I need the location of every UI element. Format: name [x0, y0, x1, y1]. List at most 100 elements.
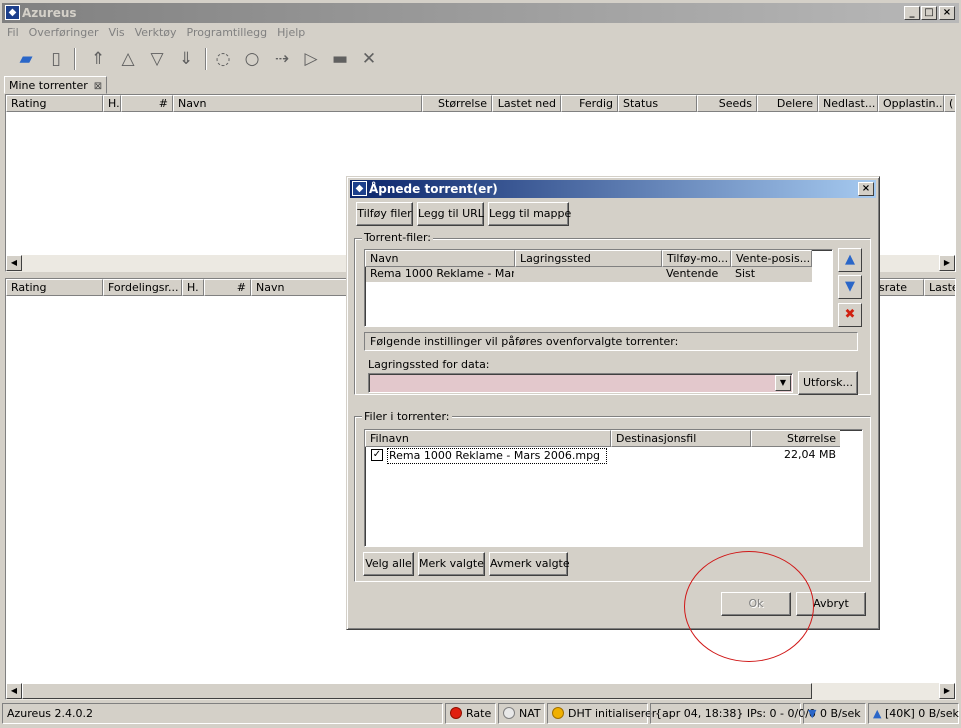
title-bar: ◆ Azureus _ □ ×: [2, 3, 959, 23]
move-down-icon[interactable]: ▽: [145, 47, 169, 71]
open-torrents-dialog: ◆ Åpnede torrent(er) × Tilføy filer Legg…: [346, 176, 880, 630]
col-status[interactable]: Status: [618, 95, 697, 112]
azureus-logo-icon: ◆: [5, 5, 20, 20]
move-top-icon[interactable]: ⇑: [86, 47, 110, 71]
start-icon[interactable]: ○: [240, 47, 264, 71]
col-done[interactable]: Ferdig: [561, 95, 618, 112]
dht-status-icon: [552, 707, 564, 719]
col-upload-rate[interactable]: srate: [874, 279, 924, 296]
dialog-close-icon[interactable]: ×: [858, 182, 874, 196]
menu-verktoy[interactable]: Verktøy: [130, 24, 182, 42]
dht-label: DHT initialiserer: [568, 707, 657, 720]
col-health[interactable]: H.: [103, 95, 121, 112]
force-start-icon[interactable]: ⇢: [270, 47, 294, 71]
minimize-icon[interactable]: _: [904, 6, 920, 20]
menu-bar: Fil Overføringer Vis Verktøy Programtillegg H…: [2, 24, 959, 42]
unmark-selected-button[interactable]: Avmerk valgte: [489, 552, 570, 576]
col-extra[interactable]: (: [944, 95, 955, 112]
tab-label: Mine torrenter: [9, 79, 88, 92]
bottom-horizontal-scrollbar[interactable]: ◀ ▶: [6, 683, 955, 700]
menu-fil[interactable]: Fil: [2, 24, 24, 42]
upload-speed-label: [40K] 0 B/sek: [884, 707, 959, 720]
menu-overforinger[interactable]: Overføringer: [24, 24, 104, 42]
col-rating[interactable]: Rating: [6, 95, 103, 112]
col-health[interactable]: H.: [182, 279, 204, 296]
col-add-mode[interactable]: Tilføy-mo...: [662, 250, 731, 267]
move-down-icon[interactable]: ▼: [838, 275, 862, 299]
rate-status[interactable]: Rate: [445, 703, 496, 724]
stop-icon[interactable]: ▷: [299, 47, 323, 71]
col-number[interactable]: #: [121, 95, 173, 112]
torrent-files-group-label: Torrent-filer:: [362, 231, 433, 244]
tab-close-icon[interactable]: ⊠: [94, 81, 102, 92]
col-location[interactable]: Lagringssted: [515, 250, 662, 267]
col-download-speed[interactable]: Nedlast...: [818, 95, 878, 112]
move-up-icon[interactable]: △: [116, 47, 140, 71]
move-bottom-icon[interactable]: ⇓: [174, 47, 198, 71]
browse-button[interactable]: Utforsk...: [798, 371, 858, 395]
col-upload-speed[interactable]: Opplastin...: [878, 95, 944, 112]
chevron-down-icon[interactable]: ▼: [775, 375, 791, 391]
scroll-left-icon[interactable]: ◀: [6, 683, 22, 699]
queue-icon[interactable]: ◌: [211, 47, 235, 71]
col-file-size[interactable]: Størrelse: [751, 430, 840, 447]
col-size[interactable]: Størrelse: [422, 95, 492, 112]
col-share-ratio[interactable]: Fordelingsr...: [103, 279, 182, 296]
col-number[interactable]: #: [204, 279, 251, 296]
maximize-icon[interactable]: □: [921, 6, 937, 20]
col-filename[interactable]: Filnavn: [365, 430, 611, 447]
toolbar-separator: [205, 48, 207, 70]
open-folder-icon[interactable]: ▰: [14, 47, 38, 71]
file-row[interactable]: ✓ Rema 1000 Reklame - Mars 2006.mpg 22,0…: [366, 448, 840, 464]
save-location-label: Lagringssted for data:: [368, 358, 490, 371]
tab-row: Mine torrenter ⊠: [2, 76, 959, 94]
mark-selected-button[interactable]: Merk valgte: [418, 552, 485, 576]
toolbar-separator: [74, 48, 76, 70]
remove-torrent-icon[interactable]: ✖: [838, 303, 862, 327]
pause-icon[interactable]: ▬: [328, 47, 352, 71]
col-rating[interactable]: Rating: [6, 279, 103, 296]
file-size: 22,04 MB: [783, 448, 836, 461]
add-url-button[interactable]: Legg til URL: [417, 202, 484, 226]
close-icon[interactable]: ×: [939, 6, 955, 20]
tab-mine-torrenter[interactable]: Mine torrenter ⊠: [4, 76, 108, 94]
file-name: Rema 1000 Reklame - Mars 2006.mpg: [387, 448, 607, 464]
download-speed-label: 0 B/sek: [819, 707, 861, 720]
select-all-button[interactable]: Velg alle: [363, 552, 414, 576]
add-files-button[interactable]: Tilføy filer: [356, 202, 413, 226]
col-peers[interactable]: Delere: [757, 95, 818, 112]
col-name[interactable]: Navn: [173, 95, 422, 112]
scroll-right-icon[interactable]: ▶: [939, 255, 955, 271]
files-list-header: Filnavn Destinasjonsfil Størrelse: [365, 430, 840, 447]
scroll-left-icon[interactable]: ◀: [6, 255, 22, 271]
nat-status[interactable]: NAT: [498, 703, 545, 724]
scroll-right-icon[interactable]: ▶: [939, 683, 955, 699]
status-bar: Azureus 2.4.0.2 Rate NAT DHT initialiser…: [0, 701, 961, 726]
dht-status[interactable]: DHT initialiserer: [547, 703, 656, 724]
file-checkbox[interactable]: ✓: [371, 449, 383, 461]
table-header: Rating H. # Navn Størrelse Lastet ned Fe…: [6, 95, 955, 112]
col-downloaded[interactable]: Lastet ned: [492, 95, 561, 112]
torrent-files-list[interactable]: Navn Lagringssted Tilføy-mo... Vente-pos…: [364, 249, 833, 327]
add-folder-button[interactable]: Legg til mappe: [488, 202, 571, 226]
ip-filter-status[interactable]: {apr 04, 18:38} IPs: 0 - 0/0/0: [650, 703, 816, 724]
torrent-row[interactable]: Rema 1000 Reklame - Mars... Ventende Sis…: [366, 267, 812, 282]
torrent-add-mode: Ventende: [666, 267, 719, 280]
menu-vis[interactable]: Vis: [104, 24, 130, 42]
move-up-icon[interactable]: ▲: [838, 248, 862, 272]
remove-icon[interactable]: ✕: [357, 47, 381, 71]
menu-hjelp[interactable]: Hjelp: [272, 24, 310, 42]
menu-programtillegg[interactable]: Programtillegg: [182, 24, 273, 42]
azureus-logo-icon: ◆: [352, 181, 367, 196]
files-list[interactable]: Filnavn Destinasjonsfil Størrelse ✓ Rema…: [364, 429, 863, 547]
upload-speed-status[interactable]: ▲ [40K] 0 B/sek: [868, 703, 959, 724]
save-location-combo[interactable]: ▼: [368, 373, 793, 393]
col-queue-position[interactable]: Vente-posis...: [731, 250, 812, 267]
col-name[interactable]: Navn: [365, 250, 515, 267]
download-speed-status[interactable]: ▼ 0 B/sek: [803, 703, 866, 724]
new-document-icon[interactable]: ▯: [44, 47, 68, 71]
scrollbar-thumb[interactable]: [22, 683, 812, 699]
col-destination[interactable]: Destinasjonsfil: [611, 430, 751, 447]
col-seeds[interactable]: Seeds: [697, 95, 757, 112]
col-uploaded[interactable]: Lastet: [924, 279, 955, 296]
